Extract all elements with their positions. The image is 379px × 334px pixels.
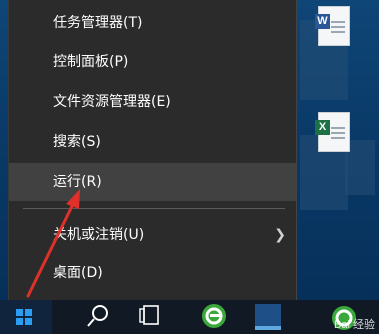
menu-item-label: 搜索(S) [53,134,101,150]
menu-item-control-panel[interactable]: 控制面板(P) [9,43,296,81]
menu-item-run[interactable]: 运行(R) [9,163,296,201]
task-view-icon[interactable] [128,300,176,334]
chevron-right-icon: ❯ [274,227,286,243]
menu-item-shutdown-signout[interactable]: 关机或注销(U) ❯ [9,216,296,254]
menu-item-task-manager[interactable]: 任务管理器(T) [9,4,296,42]
menu-item-file-explorer[interactable]: 文件资源管理器(E) [9,83,296,121]
word-document-icon[interactable]: W [315,6,350,46]
menu-item-label: 运行(R) [53,174,102,190]
start-button[interactable] [0,300,52,334]
menu-item-label: 文件资源管理器(E) [53,94,171,110]
excel-document-icon[interactable]: X [315,112,350,152]
menu-item-label: 控制面板(P) [53,54,129,70]
menu-separator [23,208,285,209]
excel-badge: X [315,120,330,135]
word-badge: W [315,14,330,29]
winx-context-menu: 任务管理器(T) 控制面板(P) 文件资源管理器(E) 搜索(S) 运行(R) … [8,0,297,300]
app-icon[interactable] [245,300,293,334]
search-icon[interactable] [74,300,122,334]
menu-item-label: 桌面(D) [53,265,103,281]
browser-e-icon[interactable] [190,300,238,334]
menu-item-search[interactable]: 搜索(S) [9,123,296,161]
menu-item-label: 关机或注销(U) [53,227,145,243]
windows-logo-icon [16,309,32,325]
menu-item-desktop[interactable]: 桌面(D) [9,254,296,292]
taskbar: Bai 经验 [0,300,379,334]
menu-item-label: 任务管理器(T) [53,15,143,31]
watermark: Bai 经验 [334,319,375,331]
